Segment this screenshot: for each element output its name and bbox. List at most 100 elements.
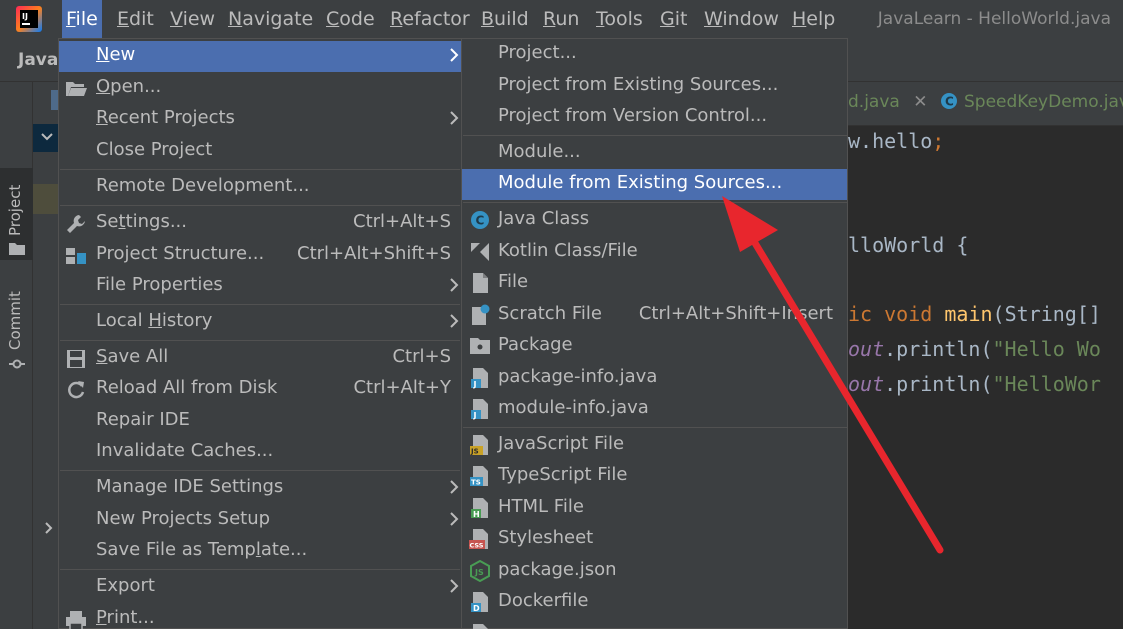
file-icon [473,273,488,293]
menu-window[interactable]: Window [700,0,783,38]
java-file-icon: J [471,368,488,389]
annotation-arrow-icon [722,196,944,554]
file-menu-save-as-template[interactable]: Save File as Template... [59,536,461,567]
java-class-icon: C [941,93,957,109]
file-icon [473,624,488,629]
new-menu-project-version-control[interactable]: Project from Version Control... [462,102,847,133]
file-menu-save-all[interactable]: Save All Ctrl+S [59,343,461,374]
new-menu-project-existing-sources[interactable]: Project from Existing Sources... [462,71,847,102]
new-menu-project[interactable]: Project... [462,39,847,70]
svg-text:IJ: IJ [22,12,28,21]
shortcut-label: Ctrl+Alt+Y [353,377,451,398]
menu-run[interactable]: Run [539,0,583,38]
menu-separator [60,569,460,570]
file-menu-new[interactable]: New [59,41,461,72]
chevron-right-icon [450,314,459,328]
menu-view[interactable]: View [166,0,219,38]
svg-text:D: D [473,604,480,613]
file-menu-project-structure[interactable]: Project Structure... Ctrl+Alt+Shift+S [59,240,461,271]
new-menu-module[interactable]: Module... [462,138,847,169]
menu-code[interactable]: Code [322,0,379,38]
menu-tools[interactable]: Tools [592,0,647,38]
file-menu-close-project[interactable]: Close Project [59,136,461,167]
menu-separator [60,304,460,305]
editor-tab-speedkeydemo[interactable]: C SpeedKeyDemo.java [940,92,1123,112]
editor-tab-bar: d.java ✕ C SpeedKeyDemo.java [848,82,1123,126]
java-file-icon: J [471,399,488,420]
file-menu-invalidate-caches[interactable]: Invalidate Caches... [59,437,461,468]
file-menu-recent-projects[interactable]: Recent Projects [59,104,461,135]
editor-tab-label: SpeedKeyDemo.java [964,92,1123,112]
project-structure-icon [66,248,86,264]
folder-icon [9,243,25,255]
svg-text:JS: JS [474,568,484,577]
svg-text:TS: TS [471,479,481,487]
menu-edit[interactable]: Edit [113,0,158,38]
html-file-icon: H [471,498,488,519]
editor-tab-label: d.java [848,92,900,112]
menu-refactor[interactable]: Refactor [386,0,474,38]
shortcut-label: Ctrl+Alt+Shift+S [297,243,451,264]
menu-separator [60,470,460,471]
file-menu-remote-development[interactable]: Remote Development... [59,172,461,203]
javascript-file-icon: JS [470,435,488,456]
svg-text:J: J [473,411,477,420]
svg-text:H: H [473,510,480,519]
tool-tab-project[interactable]: Project [0,168,33,260]
nodejs-icon: JS [470,560,490,582]
svg-text:J: J [473,380,477,389]
chevron-right-icon [450,512,459,526]
docker-file-icon: D [471,592,488,613]
shortcut-label: Ctrl+S [392,346,451,367]
editor-tab-helloworld[interactable]: d.java ✕ [848,92,927,112]
close-icon[interactable]: ✕ [913,92,927,112]
chevron-down-icon [41,133,53,141]
menu-separator [60,340,460,341]
menu-separator [60,205,460,206]
menu-file[interactable]: File [62,0,102,38]
new-menu-dockerfile[interactable]: D Dockerfile [462,587,847,618]
file-menu-new-projects-setup[interactable]: New Projects Setup [59,505,461,536]
svg-text:C: C [945,95,954,109]
wrench-icon [67,215,85,233]
chevron-right-icon [450,480,459,494]
menu-navigate[interactable]: Navigate [224,0,317,38]
css-file-icon: CSS [469,529,488,550]
file-menu-print[interactable]: Print... [59,604,461,629]
tool-tab-commit-label: Commit [6,291,24,350]
tool-tab-commit[interactable]: Commit [0,282,33,382]
java-class-icon: C [471,211,489,229]
file-menu-repair-ide[interactable]: Repair IDE [59,406,461,437]
chevron-right-icon [450,579,459,593]
file-menu-manage-ide-settings[interactable]: Manage IDE Settings [59,473,461,504]
chevron-right-icon [450,111,459,125]
menu-separator [463,135,847,136]
window-title: JavaLearn - HelloWorld.java [877,9,1111,29]
file-menu-local-history[interactable]: Local History [59,307,461,338]
tool-tab-project-label: Project [6,184,24,236]
intellij-logo-icon: IJ [16,6,42,32]
file-menu-settings[interactable]: Settings... Ctrl+Alt+S [59,208,461,239]
new-menu-package-json[interactable]: JS package.json [462,556,847,587]
file-menu-open[interactable]: Open... [59,73,461,104]
svg-text:C: C [476,214,485,228]
file-menu-export[interactable]: Export [59,572,461,603]
breadcrumb-project[interactable]: Java [18,50,58,70]
code-line-package: w.hello; [848,129,945,153]
shortcut-label: Ctrl+Alt+S [353,211,451,232]
chevron-right-icon [450,278,459,292]
svg-text:JS: JS [470,448,479,456]
file-menu-reload-all[interactable]: Reload All from Disk Ctrl+Alt+Y [59,374,461,405]
open-folder-icon [66,82,87,96]
file-menu-file-properties[interactable]: File Properties [59,271,461,302]
chevron-right-icon[interactable] [45,522,53,534]
menu-help[interactable]: Help [788,0,839,38]
scratch-file-icon [472,304,490,325]
printer-icon [66,611,86,629]
menu-build[interactable]: Build [477,0,533,38]
menu-git[interactable]: Git [656,0,691,38]
typescript-file-icon: TS [470,466,488,487]
new-menu-next-item-partial[interactable] [462,619,847,629]
menu-bar: IJ File Edit View Navigate Code Refactor… [0,0,1123,38]
svg-text:CSS: CSS [470,542,484,550]
